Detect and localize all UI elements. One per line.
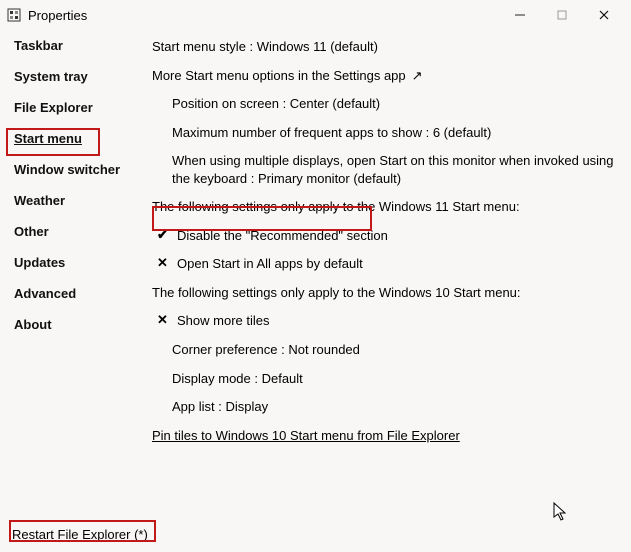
position-on-screen[interactable]: Position on screen : Center (default) — [152, 95, 615, 113]
disable-recommended-toggle[interactable]: ✔ Disable the "Recommended" section — [152, 227, 615, 245]
more-options-link[interactable]: More Start menu options in the Settings … — [152, 67, 615, 85]
sidebar-item-system-tray[interactable]: System tray — [14, 69, 88, 84]
app-icon — [6, 7, 22, 23]
restart-file-explorer-link[interactable]: Restart File Explorer (*) — [12, 527, 148, 542]
disable-recommended-label: Disable the "Recommended" section — [177, 227, 388, 245]
external-link-icon: ↗ — [412, 67, 423, 85]
multi-display-option[interactable]: When using multiple displays, open Start… — [152, 152, 615, 187]
app-list[interactable]: App list : Display — [152, 398, 615, 416]
display-mode[interactable]: Display mode : Default — [152, 370, 615, 388]
sidebar-item-about[interactable]: About — [14, 317, 52, 332]
more-options-label: More Start menu options in the Settings … — [152, 67, 406, 85]
sidebar-item-advanced[interactable]: Advanced — [14, 286, 76, 301]
maximize-button[interactable] — [541, 4, 583, 26]
sidebar-item-other[interactable]: Other — [14, 224, 49, 239]
cursor-icon — [553, 502, 569, 522]
footer: Restart File Explorer (*) — [0, 519, 631, 552]
pin-tiles-link[interactable]: Pin tiles to Windows 10 Start menu from … — [152, 428, 460, 443]
cross-icon: ✕ — [156, 255, 169, 271]
sidebar-item-window-switcher[interactable]: Window switcher — [14, 162, 120, 177]
w11-section-header: The following settings only apply to the… — [152, 198, 615, 216]
start-menu-style[interactable]: Start menu style : Windows 11 (default) — [152, 38, 615, 56]
titlebar: Properties — [0, 0, 631, 28]
window-title: Properties — [28, 8, 87, 23]
show-more-tiles-toggle[interactable]: ✕ Show more tiles — [152, 312, 615, 330]
check-icon: ✔ — [156, 227, 169, 243]
open-all-apps-label: Open Start in All apps by default — [177, 255, 363, 273]
sidebar-item-start-menu[interactable]: Start menu — [14, 131, 82, 146]
sidebar-item-taskbar[interactable]: Taskbar — [14, 38, 63, 53]
close-button[interactable] — [583, 4, 625, 26]
minimize-button[interactable] — [499, 4, 541, 26]
open-all-apps-toggle[interactable]: ✕ Open Start in All apps by default — [152, 255, 615, 273]
show-more-tiles-label: Show more tiles — [177, 312, 269, 330]
main-panel: Start menu style : Windows 11 (default) … — [142, 34, 623, 518]
sidebar: Taskbar System tray File Explorer Start … — [8, 34, 142, 518]
sidebar-item-updates[interactable]: Updates — [14, 255, 65, 270]
w10-section-header: The following settings only apply to the… — [152, 284, 615, 302]
max-frequent-apps[interactable]: Maximum number of frequent apps to show … — [152, 124, 615, 142]
corner-preference[interactable]: Corner preference : Not rounded — [152, 341, 615, 359]
window-controls — [499, 4, 625, 26]
sidebar-item-file-explorer[interactable]: File Explorer — [14, 100, 93, 115]
sidebar-item-weather[interactable]: Weather — [14, 193, 65, 208]
cross-icon: ✕ — [156, 312, 169, 328]
